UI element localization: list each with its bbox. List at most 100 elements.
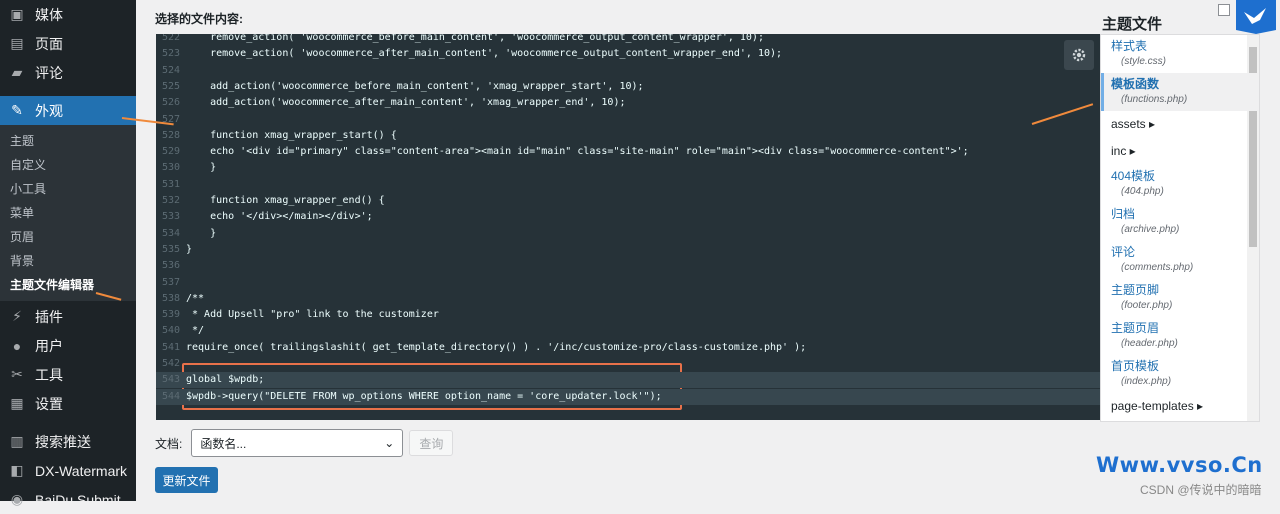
line-number: 530 [161, 162, 180, 174]
line-number: 544 [161, 390, 180, 402]
code-text: /** [186, 292, 205, 304]
submenu-item[interactable]: 自定义 [0, 153, 136, 177]
submenu-item[interactable]: 菜单 [0, 201, 136, 225]
file-name: 模板函数 [1111, 77, 1160, 91]
code-line: 528 function xmag_wrapper_start() { [156, 128, 1100, 144]
file-item[interactable]: 评论 (comments.php) [1101, 241, 1259, 279]
file-item[interactable]: 样式表 (style.css) [1101, 35, 1259, 73]
wrench-icon: ✂ [11, 366, 23, 382]
sidebar-item-wrench[interactable]: ✂ 工具 [0, 360, 136, 389]
function-select[interactable]: 函数名... ⌄ [191, 429, 404, 457]
code-line: 543 global $wpdb; [156, 372, 1100, 389]
line-number: 540 [161, 325, 180, 337]
code-line: 532 function xmag_wrapper_end() { [156, 193, 1100, 209]
file-path: (index.php) [1121, 376, 1172, 387]
code-line: 535} [156, 242, 1100, 258]
code-text: function xmag_wrapper_start() { [186, 129, 397, 141]
line-number: 527 [161, 113, 180, 125]
file-path: (archive.php) [1121, 224, 1180, 235]
sidebar-item-user[interactable]: ● 用户 [0, 331, 136, 360]
line-number: 531 [161, 178, 180, 190]
sidebar-item-settings[interactable]: ▦ 设置 [0, 389, 136, 418]
file-item[interactable]: assets ▸ [1101, 111, 1259, 138]
code-line: 531 [156, 177, 1100, 193]
file-item[interactable]: inc ▸ [1101, 138, 1259, 165]
submenu-item[interactable]: 背景 [0, 249, 136, 273]
file-item[interactable]: 首页模板 (index.php) [1101, 355, 1259, 393]
line-number: 524 [161, 64, 180, 76]
sidebar-item-page[interactable]: ▤ 页面 [0, 29, 136, 58]
sidebar-item-plugin[interactable]: ⚡ 插件 [0, 302, 136, 331]
line-number: 533 [161, 211, 180, 223]
code-editor[interactable]: 522 remove_action( 'woocommerce_before_m… [156, 34, 1100, 420]
watermark-text: Www.vvso.Cn [1096, 453, 1263, 477]
bird-logo-icon [1236, 0, 1276, 34]
plugin-icon: ⚡ [12, 308, 22, 324]
code-text: echo '<div id="primary" class="content-a… [186, 146, 969, 158]
function-select-value: 函数名... [200, 436, 247, 451]
file-item[interactable]: 404模板 (404.php) [1101, 165, 1259, 203]
line-number: 541 [161, 341, 180, 353]
line-number: 536 [161, 260, 180, 272]
theme-files-panel: 主题文件 样式表 (style.css) 模板函数 (functions.php) as… [1100, 0, 1280, 430]
file-name: 404模板 [1111, 169, 1156, 183]
code-line: 541 require_once( trailingslashit( get_te… [156, 340, 1100, 356]
sidebar-item-brush[interactable]: ✎ 外观 [0, 96, 136, 125]
doc-lookup-row: 文档: 函数名... ⌄ 查询 [155, 429, 454, 457]
file-name: 首页模板 [1111, 359, 1160, 373]
sidebar-item-label: 页面 [35, 35, 63, 52]
admin-sidebar: ▣ 媒体 ▤ 页面 ▰ 评论 ✎ 外观主题 自定义 小工具 菜单 页眉 背景 主题文件编辑器 ⚡ 插件 ● 用户 ✂… [0, 0, 136, 508]
code-text: remove_action( 'woocommerce_before_main_… [186, 34, 764, 43]
sidebar-item-push[interactable]: ▥ 搜索推送 [0, 427, 136, 456]
submenu-item[interactable]: 小工具 [0, 177, 136, 201]
sidebar-item-label: 用户 [35, 337, 63, 354]
sidebar-item-label: 插件 [35, 308, 63, 325]
code-line: 534 } [156, 226, 1100, 242]
code-line: 525 add_action('woocommerce_before_main_… [156, 79, 1100, 95]
code-line: 538 /** [156, 291, 1100, 307]
sidebar-item-label: 外观 [35, 102, 63, 119]
line-number: 534 [161, 227, 180, 239]
line-number: 543 [161, 374, 180, 386]
file-path: (footer.php) [1121, 300, 1173, 311]
file-item[interactable]: 主题页眉 (header.php) [1101, 317, 1259, 355]
code-line: 527 [156, 112, 1100, 128]
lookup-button[interactable]: 查询 [409, 430, 454, 456]
code-text: add_action('woocommerce_after_main_conte… [186, 97, 626, 109]
sidebar-item-submit[interactable]: ◉ BaiDu Submit [0, 485, 136, 514]
code-text: } [186, 243, 193, 255]
code-line: 540 */ [156, 323, 1100, 339]
line-number: 529 [161, 146, 180, 158]
submenu-item[interactable]: 主题文件编辑器 [0, 273, 136, 297]
line-number: 537 [161, 276, 180, 288]
sidebar-item-label: DX-Watermark [35, 462, 128, 479]
code-line: 539 * Add Upsell "pro" link to the custo… [156, 307, 1100, 323]
user-icon: ● [12, 337, 22, 354]
file-name: inc ▸ [1111, 144, 1136, 158]
code-line: 542 [156, 356, 1100, 372]
code-text: } [186, 227, 217, 239]
file-item[interactable]: page-templates ▸ [1101, 393, 1259, 420]
content-label: 选择的文件内容: [155, 12, 243, 26]
sidebar-item-comment[interactable]: ▰ 评论 [0, 58, 136, 87]
comment-icon: ▰ [11, 64, 23, 80]
file-path: (functions.php) [1121, 94, 1188, 105]
sidebar-item-label: 媒体 [35, 6, 63, 23]
code-line: 526 add_action('woocommerce_after_main_c… [156, 95, 1100, 111]
update-file-button[interactable]: 更新文件 [155, 467, 218, 493]
line-number: 525 [161, 80, 180, 92]
code-line: 537 [156, 275, 1100, 291]
submenu-item[interactable]: 主题 [0, 129, 136, 153]
screen-option-checkbox[interactable] [1218, 4, 1230, 16]
code-line: 522 remove_action( 'woocommerce_before_m… [156, 34, 1100, 46]
line-number: 522 [161, 34, 180, 43]
file-item[interactable]: 主题页脚 (footer.php) [1101, 279, 1259, 317]
code-text: remove_action( 'woocommerce_after_main_c… [186, 48, 783, 60]
file-item[interactable]: 归档 (archive.php) [1101, 203, 1259, 241]
media-icon: ▣ [10, 6, 24, 22]
file-item[interactable]: 模板函数 (functions.php) [1101, 73, 1259, 111]
sidebar-item-media[interactable]: ▣ 媒体 [0, 0, 136, 29]
sidebar-item-watermark[interactable]: ◧ DX-Watermark [0, 456, 136, 485]
line-number: 528 [161, 129, 180, 141]
submenu-item[interactable]: 页眉 [0, 225, 136, 249]
